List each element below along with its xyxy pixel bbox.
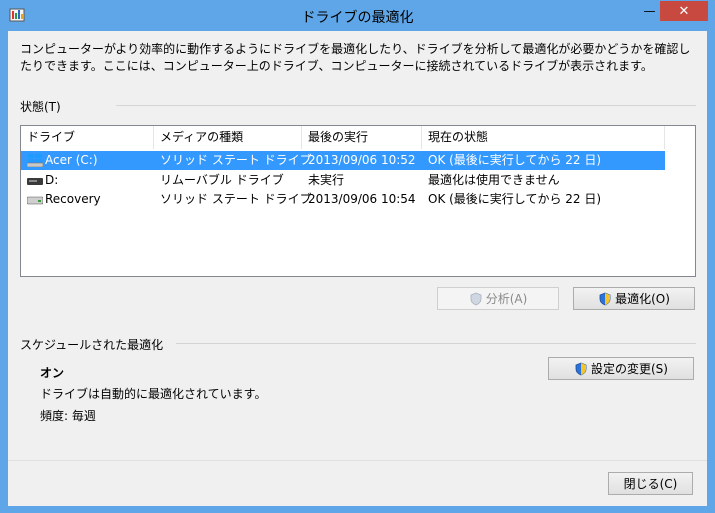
- column-header-status[interactable]: 現在の状態: [422, 126, 665, 149]
- hard-drive-icon: [27, 196, 43, 205]
- column-header-drive[interactable]: ドライブ: [21, 126, 154, 149]
- schedule-detail: ドライブは自動的に最適化されています。: [40, 387, 267, 401]
- description-text: コンピューターがより効率的に動作するようにドライブを最適化したり、ドライブを分析…: [20, 42, 691, 73]
- analyze-button[interactable]: 分析(A): [437, 287, 559, 310]
- optimize-button[interactable]: 最適化(O): [573, 287, 695, 310]
- window-title: ドライブの最適化: [301, 10, 414, 26]
- drive-status: OK (最後に実行してから 22 日): [428, 192, 602, 206]
- windows-drive-icon: [27, 154, 43, 167]
- drive-media: ソリッド ステート ドライブ: [160, 153, 312, 167]
- schedule-frequency: 頻度: 毎週: [40, 409, 96, 423]
- uac-shield-icon: [575, 362, 587, 375]
- drive-status: OK (最後に実行してから 22 日): [428, 153, 602, 167]
- drive-row-recovery[interactable]: Recovery ソリッド ステート ドライブ 2013/09/06 10:54…: [21, 190, 665, 209]
- drive-name: Acer (C:): [45, 153, 98, 167]
- drive-media: リムーバブル ドライブ: [160, 173, 284, 187]
- window-frame: ドライブの最適化 — ✕ コンピューターがより効率的に動作するようにドライブを最…: [0, 0, 715, 513]
- title-bar: ドライブの最適化 — ✕: [0, 0, 715, 32]
- column-header-last-run[interactable]: 最後の実行: [302, 126, 422, 149]
- drive-media: ソリッド ステート ドライブ: [160, 192, 312, 206]
- status-separator: [116, 105, 696, 106]
- drive-last-run: 2013/09/06 10:54: [308, 192, 416, 206]
- drive-row-c[interactable]: Acer (C:) ソリッド ステート ドライブ 2013/09/06 10:5…: [21, 151, 665, 170]
- close-window-button[interactable]: ✕: [660, 1, 708, 21]
- drive-last-run: 未実行: [308, 173, 345, 187]
- column-header-media[interactable]: メディアの種類: [154, 126, 302, 149]
- change-settings-button[interactable]: 設定の変更(S): [548, 357, 694, 380]
- uac-shield-icon: [599, 292, 611, 305]
- schedule-status: オン: [40, 366, 65, 380]
- change-settings-label: 設定の変更(S): [591, 362, 668, 376]
- uac-shield-icon: [470, 292, 482, 305]
- drive-status: 最適化は使用できません: [428, 173, 560, 187]
- drive-name: D:: [45, 173, 59, 187]
- removable-drive-icon: [27, 178, 43, 185]
- minimize-icon: —: [643, 4, 656, 18]
- minimize-button[interactable]: —: [636, 1, 663, 21]
- status-section-label: 状態(T): [20, 100, 61, 114]
- analyze-label: 分析(A): [485, 292, 528, 306]
- close-icon: ✕: [678, 3, 690, 19]
- close-label: 閉じる(C): [623, 477, 678, 491]
- dialog-client-area: コンピューターがより効率的に動作するようにドライブを最適化したり、ドライブを分析…: [8, 31, 707, 506]
- drive-list-header: ドライブ メディアの種類 最後の実行 現在の状態: [21, 126, 695, 149]
- schedule-separator: [176, 343, 696, 344]
- drive-last-run: 2013/09/06 10:52: [308, 153, 416, 167]
- close-button[interactable]: 閉じる(C): [608, 472, 693, 495]
- optimize-label: 最適化(O): [615, 292, 670, 306]
- drive-row-d[interactable]: D: リムーバブル ドライブ 未実行 最適化は使用できません: [21, 171, 665, 190]
- schedule-section-label: スケジュールされた最適化: [20, 338, 164, 352]
- dialog-footer: 閉じる(C): [8, 460, 707, 506]
- drive-name: Recovery: [45, 192, 101, 206]
- drive-list[interactable]: ドライブ メディアの種類 最後の実行 現在の状態 Acer (C:) ソリッド …: [20, 125, 696, 277]
